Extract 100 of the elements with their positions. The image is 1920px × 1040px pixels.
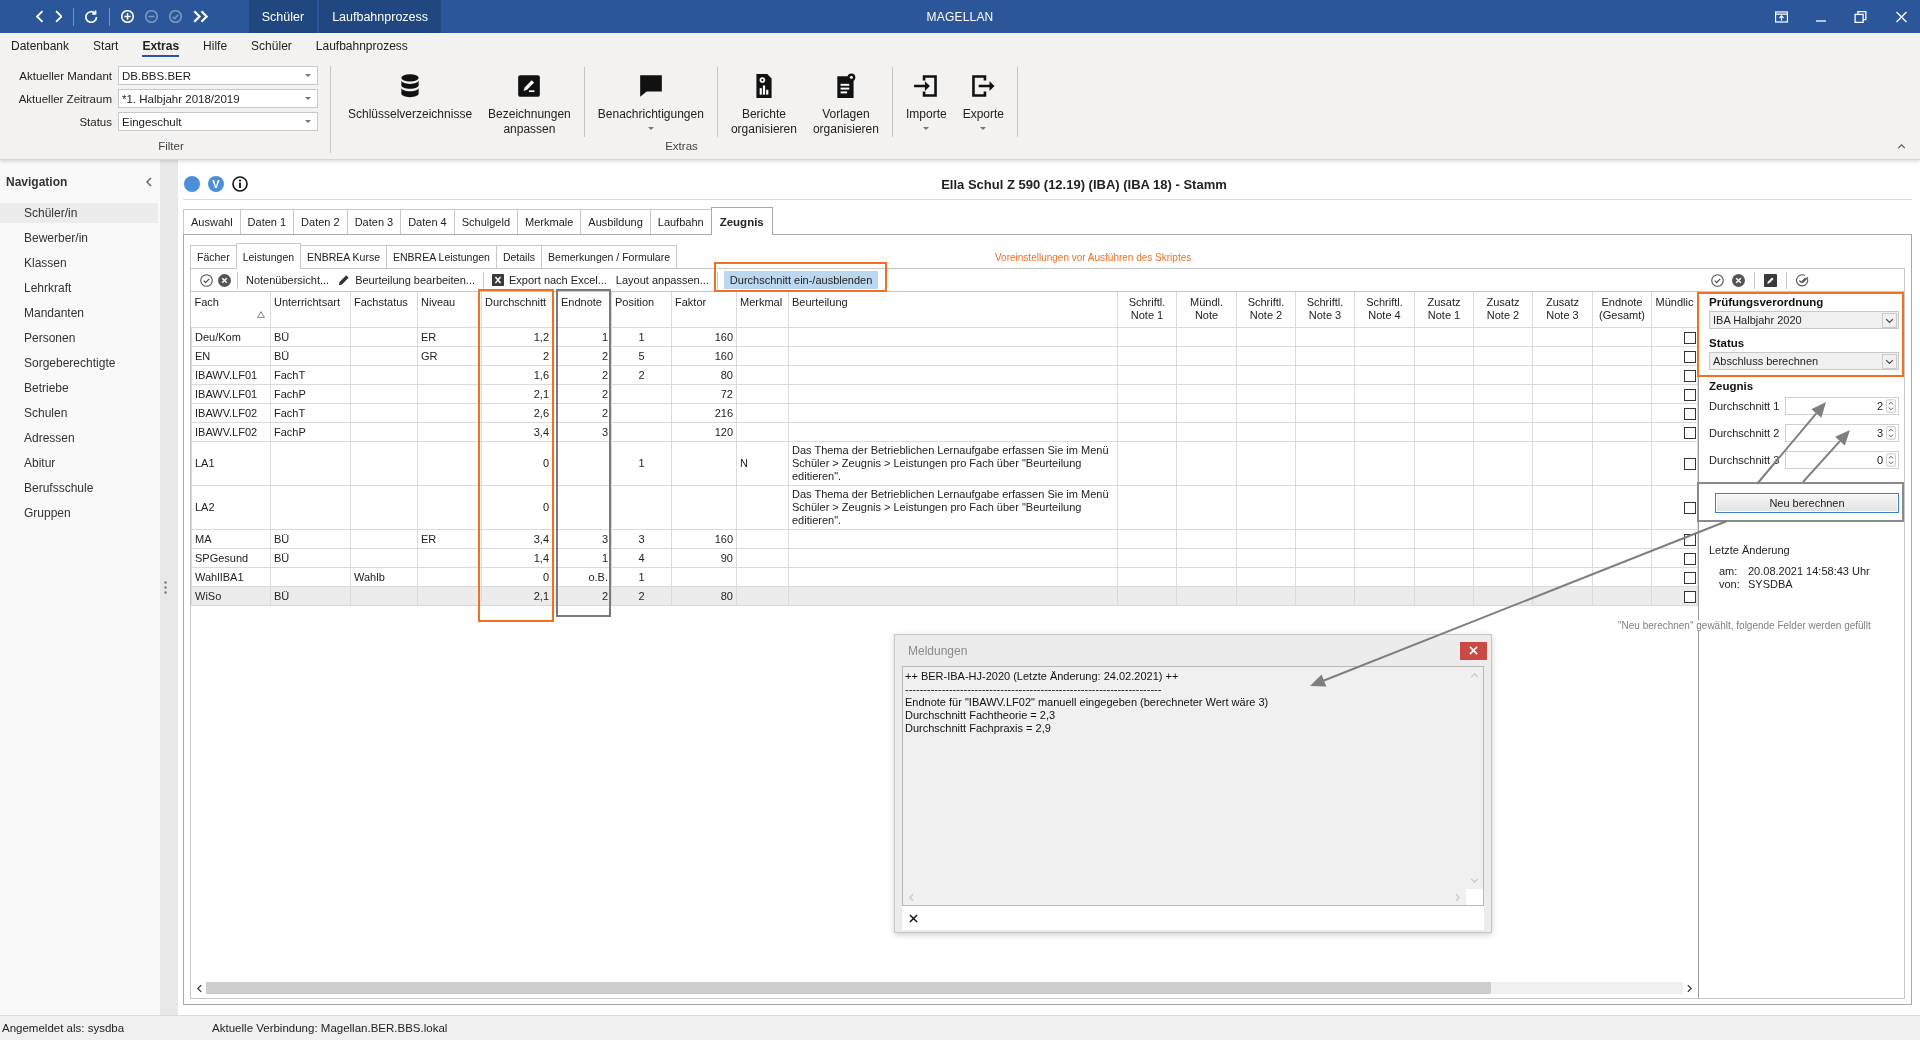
column-header[interactable]: Position <box>611 292 672 328</box>
check-circle-icon[interactable] <box>1711 273 1724 287</box>
nav-item[interactable]: Schulen <box>0 403 158 423</box>
restore-icon[interactable] <box>1854 10 1867 23</box>
nav-item[interactable]: Schüler/in <box>0 203 158 223</box>
column-header[interactable]: Beurteilung <box>788 292 1118 328</box>
double-check-icon[interactable] <box>1796 273 1809 287</box>
checkbox[interactable] <box>1684 426 1696 439</box>
nav-item[interactable]: Berufsschule <box>0 478 158 498</box>
spinner-icon[interactable] <box>1886 426 1896 440</box>
number-field[interactable]: 0 <box>1785 451 1899 469</box>
checkbox[interactable] <box>1684 552 1696 565</box>
info-icon[interactable] <box>232 176 248 192</box>
menu-item[interactable]: Laufbahnprozess <box>315 36 408 57</box>
menu-item[interactable]: Start <box>93 36 119 57</box>
toolbar-button[interactable]: Beurteilung bearbeiten... <box>336 272 478 288</box>
double-chevron-icon[interactable] <box>193 10 209 23</box>
ribbon-button[interactable]: Importe <box>897 73 955 130</box>
checkbox[interactable] <box>1684 533 1696 546</box>
column-header[interactable]: Schriftl. Note 4 <box>1354 292 1415 328</box>
column-header[interactable]: Fach <box>191 292 271 328</box>
nav-item[interactable]: Gruppen <box>0 503 158 523</box>
number-field[interactable]: 2 <box>1785 397 1899 415</box>
context-tab[interactable]: Schüler <box>248 0 318 33</box>
nav-item[interactable]: Bewerber/in <box>0 228 158 248</box>
ribbon-button[interactable]: Berichte organisieren <box>722 73 805 137</box>
dropdown-field[interactable]: DB.BBS.BER <box>118 66 318 85</box>
column-header[interactable]: Unterrichtsart <box>270 292 351 328</box>
close-circle-icon[interactable] <box>1732 273 1745 287</box>
dropdown-field[interactable]: Abschluss berechnen <box>1709 352 1899 370</box>
ribbon-button[interactable]: Bezeichnungen anpassen <box>480 73 579 137</box>
dropdown-field[interactable]: IBA Halbjahr 2020 <box>1709 311 1899 329</box>
close-button[interactable] <box>1460 641 1487 660</box>
forward-icon[interactable] <box>54 10 63 23</box>
ribbon-button[interactable]: Benachrichtigungen <box>589 73 712 130</box>
edit-square-icon[interactable] <box>1764 273 1777 287</box>
toolbar-button[interactable]: Durchschnitt ein-/ausblenden <box>723 271 879 289</box>
scroll-left-icon[interactable] <box>197 983 202 993</box>
column-header[interactable]: Zusatz Note 3 <box>1532 292 1593 328</box>
column-header[interactable]: Durchschnitt <box>481 292 553 328</box>
nav-item[interactable]: Klassen <box>0 253 158 273</box>
dropdown-field[interactable]: Eingeschult <box>118 112 318 131</box>
dropdown-field[interactable]: *1. Halbjahr 2018/2019 <box>118 89 318 108</box>
refresh-icon[interactable] <box>85 10 99 23</box>
column-header[interactable]: Niveau <box>417 292 482 328</box>
column-header[interactable]: Endnote (Gesamt) <box>1592 292 1652 328</box>
minimize-icon[interactable] <box>1816 19 1826 22</box>
close-circle-icon[interactable] <box>218 273 231 287</box>
column-header[interactable]: Zusatz Note 1 <box>1414 292 1474 328</box>
collapse-chevron-icon[interactable] <box>1897 144 1906 149</box>
toolbar-button[interactable]: Layout anpassen... <box>613 272 711 288</box>
toolbar-button[interactable]: Export nach Excel... <box>490 272 609 288</box>
checkbox[interactable] <box>1684 502 1696 515</box>
spinner-icon[interactable] <box>1886 453 1896 467</box>
nav-item[interactable]: Adressen <box>0 428 158 448</box>
column-header[interactable]: Zusatz Note 2 <box>1473 292 1533 328</box>
spinner-icon[interactable] <box>1886 399 1896 413</box>
menu-item[interactable]: Hilfe <box>203 36 228 57</box>
ribbon-button[interactable]: Schlüsselverzeichnisse <box>340 73 481 122</box>
plus-circle-icon[interactable] <box>121 10 135 23</box>
column-header[interactable]: Mündlic <box>1651 292 1698 328</box>
ribbon-button[interactable]: Vorlagen organisieren <box>804 73 887 137</box>
collapse-chevron-icon[interactable] <box>146 177 152 187</box>
toolbar-button[interactable]: Notenübersicht... <box>244 272 332 288</box>
scroll-right-icon[interactable] <box>1687 983 1692 993</box>
column-header[interactable]: Endnote <box>552 292 612 328</box>
checkbox[interactable] <box>1684 571 1696 584</box>
tab[interactable]: Bemerkungen / Formulare <box>541 245 678 268</box>
column-header[interactable]: Merkmal <box>736 292 789 328</box>
nav-item[interactable]: Betriebe <box>0 378 158 398</box>
column-header[interactable]: Mündl. Note <box>1176 292 1237 328</box>
tab[interactable]: Leistungen <box>235 243 302 269</box>
column-header[interactable]: Schriftl. Note 3 <box>1295 292 1355 328</box>
nav-item[interactable]: Sorgeberechtigte <box>0 353 158 373</box>
context-tab[interactable]: Laufbahnprozess <box>319 0 442 33</box>
checkbox[interactable] <box>1684 350 1696 363</box>
panel-arrow-icon[interactable] <box>1775 10 1788 23</box>
nav-item[interactable]: Mandanten <box>0 303 158 323</box>
tab[interactable]: Auswahl <box>183 209 241 234</box>
menu-item[interactable]: Datenbank <box>11 36 70 57</box>
menu-item[interactable]: Schüler <box>251 36 292 57</box>
nav-item[interactable]: Personen <box>0 328 158 348</box>
column-header[interactable]: Fachstatus <box>350 292 418 328</box>
column-header[interactable]: Faktor <box>671 292 737 328</box>
column-header[interactable]: Schriftl. Note 2 <box>1236 292 1296 328</box>
close-icon[interactable] <box>909 913 918 923</box>
menu-item[interactable]: Extras <box>142 36 180 57</box>
grip-dots-icon[interactable] <box>163 581 167 594</box>
tab[interactable]: Fächer <box>190 245 237 268</box>
tab[interactable]: Zeugnis <box>710 207 773 235</box>
ribbon-button[interactable]: Exporte <box>954 73 1012 130</box>
checkbox[interactable] <box>1684 407 1696 420</box>
check-circle-icon[interactable] <box>200 273 213 287</box>
nav-item[interactable]: Lehrkraft <box>0 278 158 298</box>
column-header[interactable]: Schriftl. Note 1 <box>1117 292 1177 328</box>
checkbox[interactable] <box>1684 388 1696 401</box>
checkbox[interactable] <box>1684 590 1696 603</box>
checkbox[interactable] <box>1684 369 1696 382</box>
checkbox[interactable] <box>1684 331 1696 344</box>
number-field[interactable]: 3 <box>1785 424 1899 442</box>
